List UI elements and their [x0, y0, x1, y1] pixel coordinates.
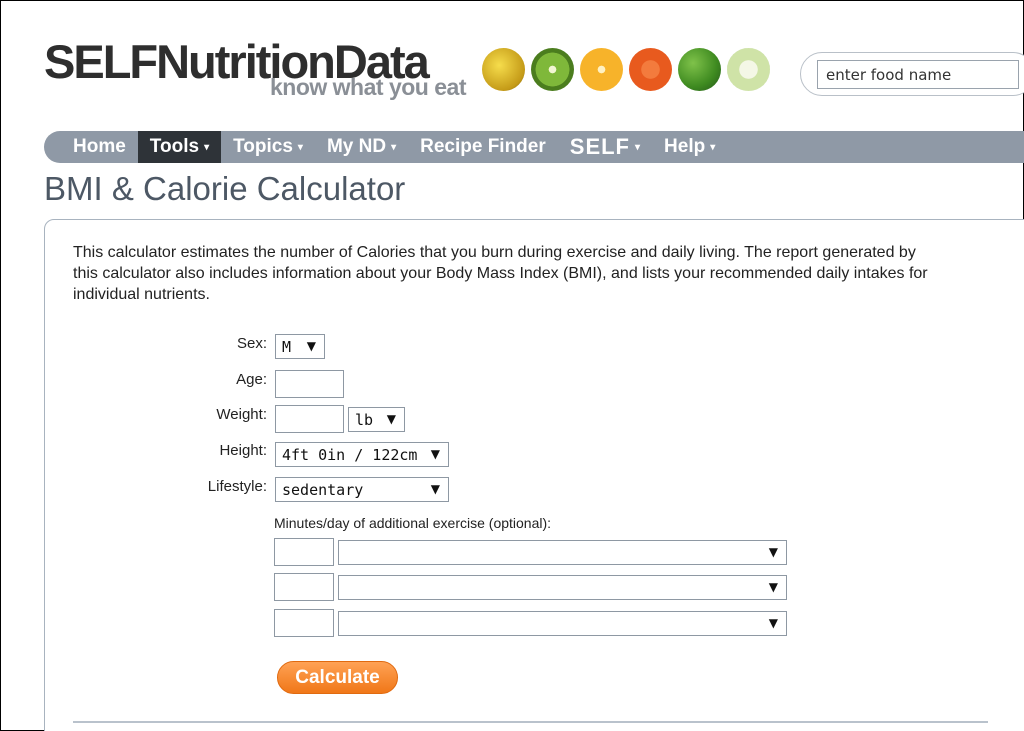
- chevron-down-icon: ▾: [391, 141, 397, 153]
- nav-help[interactable]: Help ▾: [652, 131, 727, 163]
- weight-unit-value: lb: [355, 411, 374, 429]
- lifestyle-value: sedentary: [282, 481, 364, 499]
- lifestyle-select[interactable]: sedentary ▼: [275, 477, 449, 502]
- dropdown-arrow-icon: ▼: [430, 482, 440, 496]
- chevron-down-icon: ▾: [204, 141, 210, 153]
- exercise-activity-select-2[interactable]: ▼: [338, 575, 787, 600]
- nav-self[interactable]: SELF ▾: [558, 131, 652, 163]
- weight-input[interactable]: [275, 405, 344, 433]
- chevron-down-icon: ▾: [635, 141, 641, 153]
- logo-tagline: know what you eat: [270, 74, 466, 100]
- intro-text: This calculator estimates the number of …: [73, 244, 928, 303]
- height-value: 4ft 0in / 122cm: [282, 446, 418, 464]
- nav-help-label: Help: [664, 136, 706, 157]
- nav-my-nd[interactable]: My ND ▾: [315, 131, 408, 163]
- chevron-down-icon: ▾: [297, 141, 303, 153]
- dropdown-arrow-icon: ▼: [430, 447, 440, 461]
- nav-recipe-finder-label: Recipe Finder: [420, 136, 546, 157]
- dropdown-arrow-icon: ▼: [768, 616, 778, 630]
- sex-label: Sex:: [236, 335, 267, 352]
- carrot-icon: [629, 48, 672, 91]
- exercise-minutes-input-1[interactable]: [274, 538, 334, 566]
- lifestyle-label: Lifestyle:: [207, 478, 267, 495]
- weight-unit-select[interactable]: lb ▼: [348, 407, 405, 432]
- exercise-activity-select-1[interactable]: ▼: [338, 540, 787, 565]
- greens-icon: [678, 48, 721, 91]
- cucumber-icon: [727, 48, 770, 91]
- exercise-label: Minutes/day of additional exercise (opti…: [274, 515, 552, 531]
- dropdown-arrow-icon: ▼: [768, 545, 778, 559]
- section-divider: [73, 721, 988, 723]
- nav-recipe-finder[interactable]: Recipe Finder: [408, 131, 558, 163]
- chevron-down-icon: ▾: [710, 141, 716, 153]
- calculate-button[interactable]: Calculate: [277, 661, 398, 694]
- nav-tools-label: Tools: [149, 136, 200, 157]
- height-label: Height:: [219, 442, 267, 459]
- nav-topics-label: Topics: [233, 136, 293, 157]
- orange-icon: [580, 48, 623, 91]
- nav-home-label: Home: [73, 136, 126, 157]
- age-label: Age:: [236, 371, 267, 388]
- sex-select[interactable]: M ▼: [275, 334, 325, 359]
- food-search-input[interactable]: [817, 60, 1019, 89]
- weight-label: Weight:: [216, 406, 267, 423]
- calculator-panel: This calculator estimates the number of …: [44, 219, 1024, 731]
- exercise-minutes-input-3[interactable]: [274, 609, 334, 637]
- height-select[interactable]: 4ft 0in / 122cm ▼: [275, 442, 449, 467]
- nav-tools[interactable]: Tools ▾: [137, 131, 222, 163]
- dropdown-arrow-icon: ▼: [306, 339, 316, 353]
- exercise-minutes-input-2[interactable]: [274, 573, 334, 601]
- age-input[interactable]: [275, 370, 344, 398]
- fruit-icons: [482, 48, 770, 91]
- nav-self-label: SELF: [569, 134, 630, 159]
- main-nav: Home Tools ▾ Topics ▾ My ND ▾ Recipe Fin…: [44, 131, 1024, 163]
- exercise-activity-select-3[interactable]: ▼: [338, 611, 787, 636]
- food-search: [800, 52, 1024, 96]
- sex-value: M: [282, 338, 292, 356]
- nav-my-nd-label: My ND: [326, 136, 387, 157]
- banana-icon: [482, 48, 525, 91]
- dropdown-arrow-icon: ▼: [768, 580, 778, 594]
- site-logo[interactable]: SELFNutritionData know what you eat: [44, 36, 466, 101]
- page-title: BMI & Calorie Calculator: [44, 170, 406, 207]
- dropdown-arrow-icon: ▼: [386, 412, 396, 426]
- nav-topics[interactable]: Topics ▾: [221, 131, 315, 163]
- nav-home[interactable]: Home: [44, 131, 138, 163]
- kiwi-icon: [531, 48, 574, 91]
